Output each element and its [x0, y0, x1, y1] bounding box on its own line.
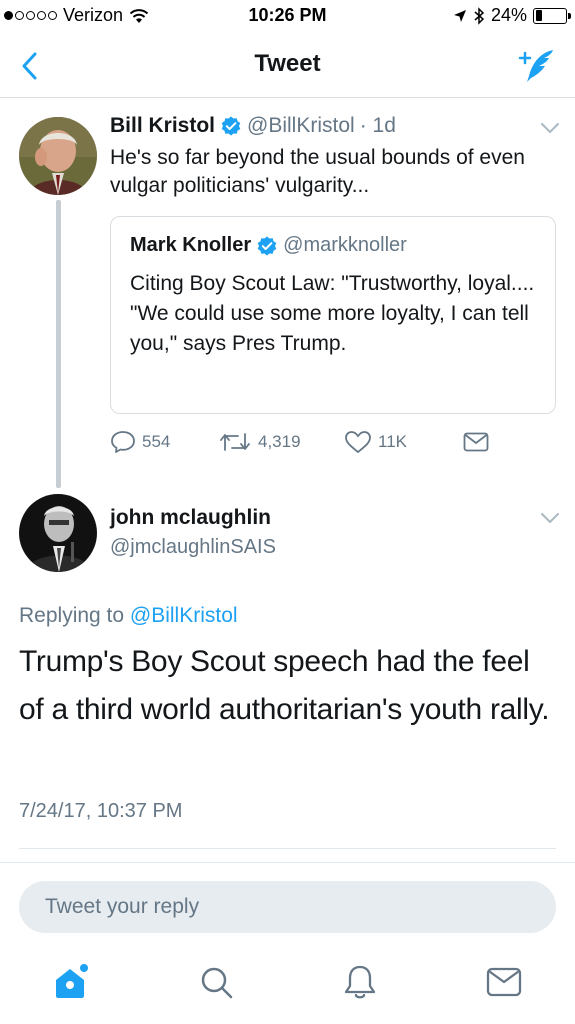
author-name[interactable]: Bill Kristol [110, 114, 215, 138]
page-title: Tweet [254, 50, 321, 77]
tweet2-options-chevron-icon[interactable] [540, 512, 560, 524]
direct-message-button[interactable] [462, 430, 490, 454]
verified-badge-icon [257, 236, 277, 255]
bluetooth-icon [474, 6, 485, 25]
like-icon [345, 431, 371, 453]
avatar-john-mclaughlin[interactable] [19, 494, 97, 572]
author-name[interactable]: john mclaughlin [110, 506, 271, 530]
quoted-tweet-header: Mark Knoller @markknoller [130, 234, 407, 257]
verified-badge-icon [221, 116, 241, 136]
replying-to-mention[interactable]: @BillKristol [130, 604, 238, 627]
status-bar: Verizon 10:26 PM 24% [0, 0, 575, 34]
messages-icon[interactable] [484, 962, 524, 1002]
retweet-count: 4,319 [258, 432, 301, 451]
battery-percent: 24% [490, 5, 527, 25]
quoted-author-handle: @markknoller [283, 234, 407, 256]
retweet-button[interactable]: 4,319 [218, 430, 301, 454]
author-handle[interactable]: @BillKristol [247, 114, 355, 138]
replying-prefix: Replying to [19, 604, 125, 627]
direct-message-icon [463, 432, 489, 452]
compose-tweet-icon[interactable] [517, 46, 557, 86]
search-icon[interactable] [196, 962, 236, 1002]
tab-bar [0, 944, 575, 1024]
author-handle[interactable]: @jmclaughlinSAIS [110, 536, 276, 559]
notifications-icon[interactable] [340, 962, 380, 1002]
reply-icon [111, 431, 135, 453]
battery-level [535, 10, 543, 21]
quoted-tweet-text: Citing Boy Scout Law: "Trustworthy, loya… [130, 272, 535, 355]
status-right: 24% [453, 5, 571, 26]
quoted-tweet-card[interactable]: Mark Knoller @markknoller Citing Boy Sco… [110, 216, 556, 414]
nav-bar: Tweet [0, 34, 575, 98]
tweet1-actions: 554 4,319 11K [110, 430, 510, 460]
tweet2-text: Trump's Boy Scout speech had the feel of… [19, 645, 550, 726]
like-button[interactable]: 11K [344, 430, 407, 454]
retweet-icon [220, 433, 250, 451]
location-arrow-icon [453, 9, 466, 22]
divider [0, 862, 575, 863]
reply-box[interactable] [19, 881, 556, 933]
avatar-bill-kristol[interactable] [19, 117, 97, 195]
tweet1-header: Bill Kristol @BillKristol · 1d [110, 114, 396, 138]
reply-count: 554 [142, 432, 171, 451]
reply-input[interactable] [19, 881, 556, 933]
battery-icon [533, 7, 571, 24]
tweet-age: · 1d [359, 114, 396, 137]
reply-button[interactable]: 554 [110, 430, 170, 454]
like-count: 11K [378, 432, 407, 451]
replying-to-line: Replying to @BillKristol [19, 604, 238, 628]
home-icon[interactable] [50, 962, 90, 1002]
thread-connector [56, 200, 61, 488]
tweet-timestamp: 7/24/17, 10:37 PM [19, 800, 183, 822]
tweet1-options-chevron-icon[interactable] [540, 122, 560, 134]
divider [19, 848, 556, 849]
tweet1-text: He's so far beyond the usual bounds of e… [110, 146, 525, 197]
quoted-author-name: Mark Knoller [130, 234, 252, 256]
